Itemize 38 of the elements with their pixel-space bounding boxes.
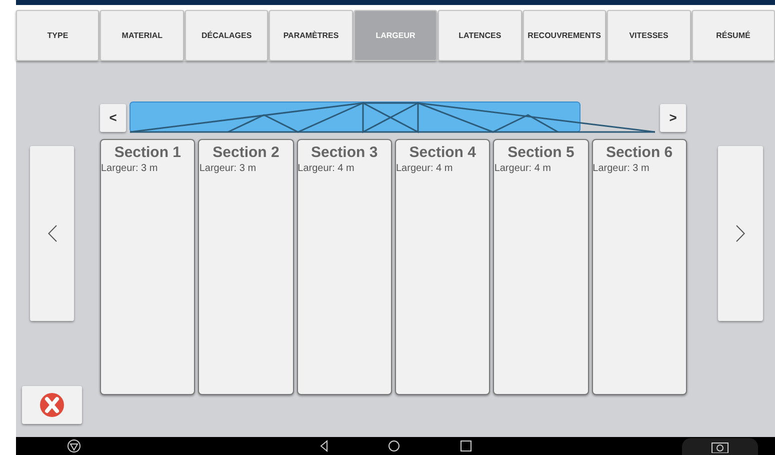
tab[interactable]: PARAMÈTRES — [269, 10, 353, 61]
chevron-right-icon — [736, 225, 745, 242]
tab[interactable]: LATENCES — [438, 10, 522, 61]
section-card[interactable]: Section 5 Largeur: 4 m — [493, 139, 589, 395]
section-title: Section 2 — [212, 144, 280, 162]
section-title: Section 5 — [508, 144, 574, 162]
tab[interactable]: TYPE — [16, 10, 100, 61]
section-title: Section 6 — [606, 144, 673, 162]
screenshot-button[interactable] — [682, 438, 758, 455]
tab[interactable]: RÉSUMÉ — [692, 10, 775, 61]
recents-icon[interactable] — [460, 440, 472, 452]
tab[interactable]: VITESSES — [607, 10, 690, 61]
section-card[interactable]: Section 1 Largeur: 3 m — [100, 139, 196, 395]
section-width: Largeur: 3 m — [199, 162, 258, 176]
section-title: Section 4 — [409, 144, 476, 162]
camera-icon — [711, 440, 729, 452]
tab[interactable]: DÉCALAGES — [184, 10, 268, 61]
section-title: Section 3 — [310, 144, 378, 162]
home-icon[interactable] — [388, 440, 400, 452]
section-title: Section 1 — [114, 144, 181, 162]
section-width: Largeur: 4 m — [298, 162, 356, 176]
previous-section-button[interactable]: < — [100, 104, 126, 132]
section-card[interactable]: Section 2 Largeur: 3 m — [198, 139, 294, 395]
tab[interactable]: RECOUVREMENTS — [522, 10, 606, 61]
section-card[interactable]: Section 4 Largeur: 4 m — [394, 139, 490, 395]
back-icon[interactable] — [319, 440, 329, 452]
chevron-left-icon — [48, 225, 56, 242]
app-icon[interactable] — [67, 439, 81, 453]
section-card[interactable]: Section 3 Largeur: 4 m — [296, 139, 392, 395]
tab[interactable]: MATERIAL — [100, 10, 184, 61]
section-width: Largeur: 4 m — [396, 162, 454, 176]
close-icon — [40, 393, 64, 417]
section-width: Largeur: 4 m — [494, 162, 552, 176]
next-section-button[interactable]: > — [660, 104, 686, 132]
section-width: Largeur: 3 m — [592, 162, 650, 176]
section-width: Largeur: 3 m — [101, 162, 159, 176]
close-button[interactable] — [22, 386, 82, 424]
section-card[interactable]: Section 6 Largeur: 3 m — [592, 139, 687, 395]
